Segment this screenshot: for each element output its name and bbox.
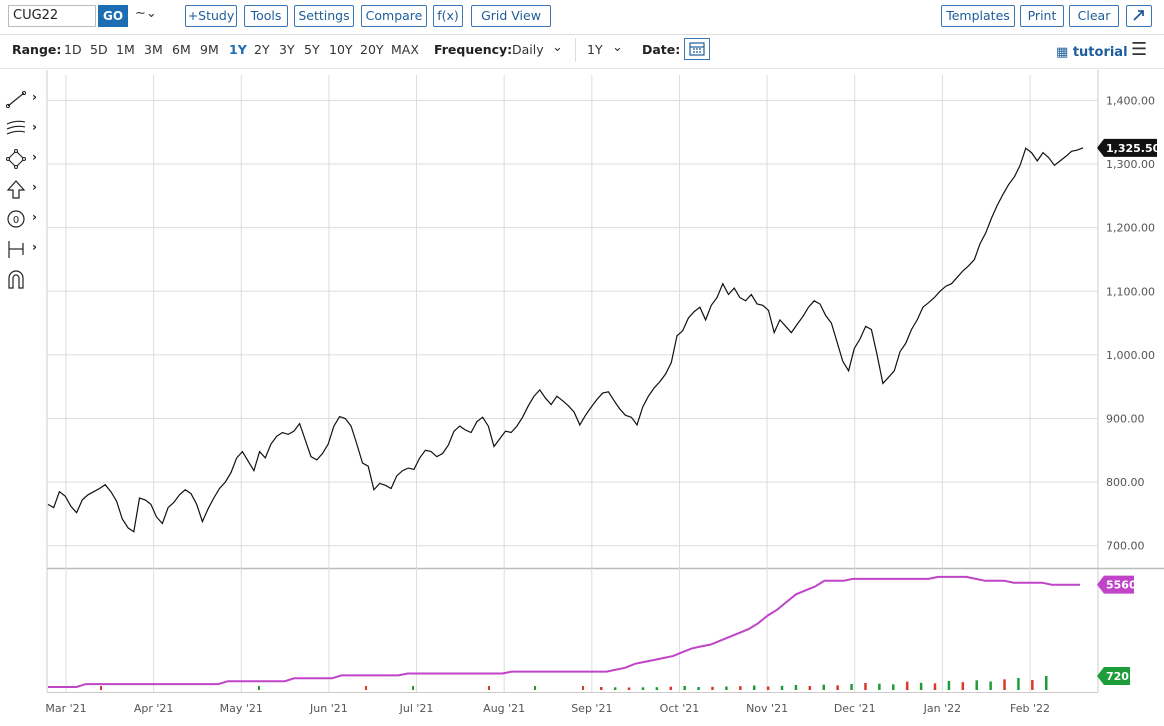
x-tick-label: Mar '21 [45,702,86,715]
volume-bar [627,687,631,690]
volume-bar [1017,678,1020,690]
volume-bar [822,684,825,690]
volume-bar [808,686,812,690]
volume-value-label: 720 [1106,670,1129,683]
oi-value-label: 5560 [1106,579,1137,592]
y-tick-label: 1,000.00 [1106,349,1155,362]
x-tick-label: Nov '21 [746,702,788,715]
y-tick-label: 800.00 [1106,476,1145,489]
volume-bar [864,683,867,690]
volume-bar [794,685,798,690]
last-price-label: 1,325.50 [1106,142,1161,155]
volume-bar [258,686,260,690]
volume-bar [850,684,853,690]
x-tick-label: Aug '21 [483,702,525,715]
volume-bar [989,681,992,690]
x-tick-label: Jul '21 [399,702,434,715]
x-tick-label: Jun '21 [309,702,348,715]
volume-bar [697,687,700,690]
volume-bar [975,680,978,690]
volume-bar [641,687,645,690]
volume-bar [600,687,603,690]
volume-bar [365,686,367,690]
volume-bar [766,686,770,690]
volume-bar [919,682,923,690]
volume-bar [534,686,536,690]
volume-bar [905,681,909,690]
volume-bar [100,686,102,690]
y-tick-label: 1,400.00 [1106,94,1155,107]
volume-bar [780,685,784,690]
open-interest-line [48,575,1080,688]
y-tick-label: 700.00 [1106,540,1145,553]
volume-bar [947,681,951,690]
volume-bar [1045,676,1048,690]
price-chart[interactable]: 700.00 800.00 900.00 1,000.00 1,100.00 1,200.… [0,0,1164,726]
x-tick-label: Sep '21 [571,702,612,715]
volume-bar [1031,680,1034,690]
volume-bar [725,686,728,690]
volume-bar [739,686,742,690]
volume-bar [878,683,881,690]
y-tick-label: 1,200.00 [1106,222,1155,235]
volume-bar [412,686,414,690]
volume-bar [683,686,686,690]
y-tick-label: 1,300.00 [1106,158,1155,171]
y-tick-label: 900.00 [1106,413,1145,426]
volume-bar [711,686,714,690]
volume-bar [613,687,617,690]
price-series-line [47,147,1084,533]
volume-bar [669,686,673,690]
x-tick-label: Oct '21 [660,702,700,715]
volume-bar [892,684,895,690]
volume-bar [655,687,659,690]
volume-bar [488,686,490,690]
x-tick-label: Dec '21 [834,702,876,715]
volume-bar [752,685,756,690]
x-tick-label: Jan '22 [923,702,961,715]
volume-bar [961,682,965,690]
volume-bar [1003,679,1006,690]
y-tick-label: 1,100.00 [1106,285,1155,298]
volume-bar [836,685,839,690]
x-tick-label: May '21 [220,702,263,715]
volume-bar [582,686,584,690]
volume-bar [933,683,937,690]
x-tick-label: Apr '21 [134,702,174,715]
x-tick-label: Feb '22 [1010,702,1050,715]
